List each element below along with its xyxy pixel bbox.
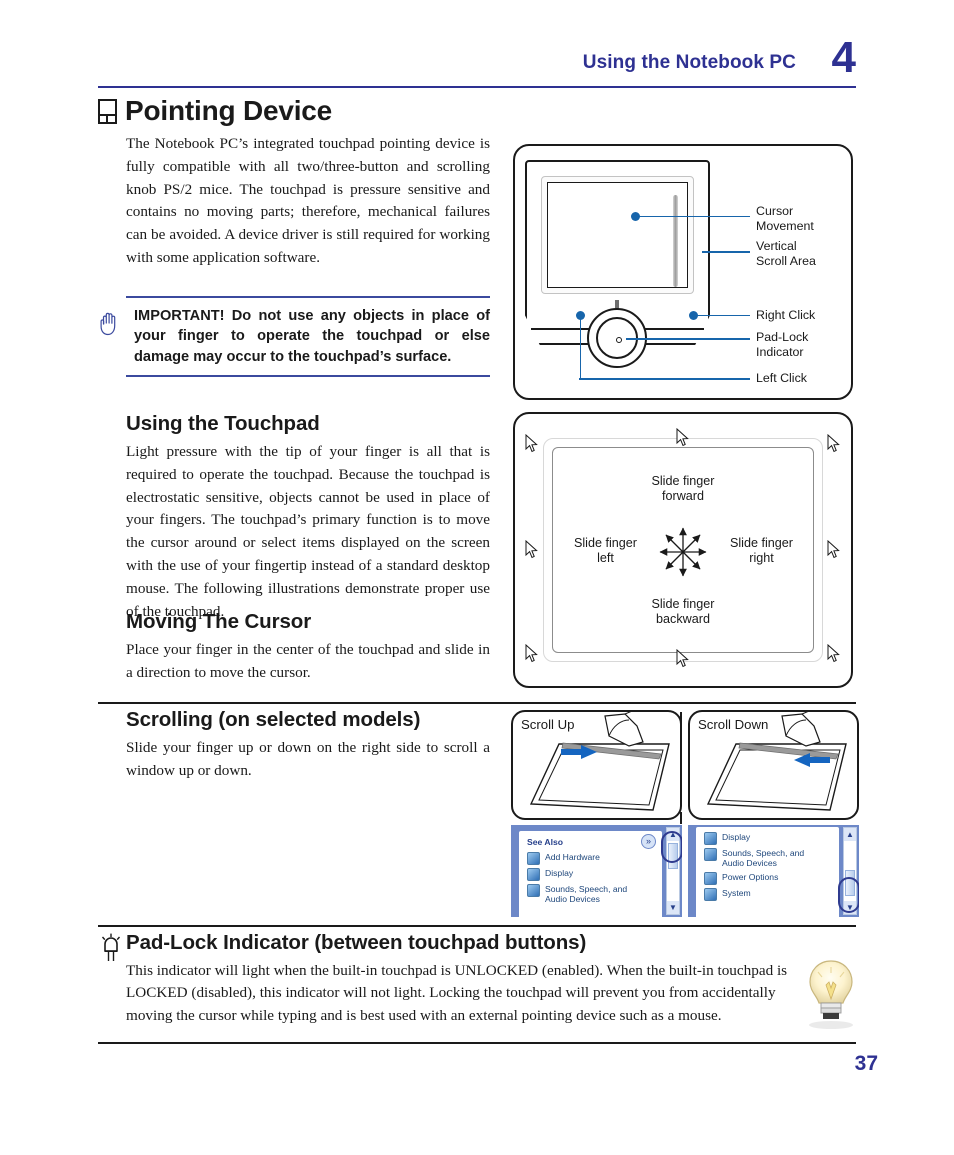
heading-pad-lock-indicator: Pad-Lock Indicator (between touchpad but…	[126, 931, 587, 954]
callout-vline-left-click	[579, 316, 582, 379]
collapse-chevron-icon[interactable]: »	[641, 834, 656, 849]
section-scrolling: Scrolling (on selected models) Slide you…	[126, 708, 490, 783]
label-slide-left: Slide finger left	[573, 536, 637, 565]
touchpad-illustration	[525, 160, 710, 368]
section-using-touchpad: Using the Touchpad Light pressure with t…	[126, 412, 490, 623]
list-item[interactable]: Add Hardware	[519, 850, 662, 866]
list-item[interactable]: System	[696, 886, 839, 902]
page-title: Pointing Device	[125, 95, 333, 126]
scrollbar-down-arrow-icon[interactable]: ▼	[667, 901, 679, 914]
divider-scrolling	[98, 702, 856, 704]
list-item-label: Power Options	[722, 871, 779, 882]
moving-cursor-body: Place your finger in the center of the t…	[126, 641, 490, 681]
important-text: IMPORTANT! Do not use any objects in pla…	[134, 307, 490, 365]
list-item-label: System	[722, 887, 751, 898]
divider-footer	[98, 1042, 856, 1044]
windows-panel-scroll-up: See Also Add Hardware Display Sounds, Sp…	[511, 825, 682, 917]
touchpad-icon	[98, 98, 117, 124]
list-item[interactable]: Sounds, Speech, and Audio Devices	[519, 882, 662, 906]
figure-scroll-up: Scroll Up	[511, 710, 682, 820]
hand-icon	[98, 310, 122, 336]
lightbulb-icon	[800, 955, 862, 1035]
using-touchpad-body: Light pressure with the tip of your fing…	[126, 443, 490, 620]
list-item[interactable]: Display	[519, 866, 662, 882]
highlight-ring-top	[661, 831, 682, 863]
pad-lock-led	[616, 337, 622, 343]
callout-line-right-click	[695, 314, 750, 317]
section-moving-cursor: Moving The Cursor Place your finger in t…	[126, 610, 490, 685]
page-title-row: Pointing Device	[98, 96, 332, 126]
cursor-arrow-icon	[676, 427, 690, 447]
callout-line-left-click	[579, 378, 750, 380]
figure-slide-directions: Slide finger forward Slide finger backwa…	[513, 412, 853, 688]
touchpad-surface-bezel	[541, 176, 694, 294]
important-callout: IMPORTANT! Do not use any objects in pla…	[100, 296, 490, 377]
callout-bottom-rule	[126, 375, 490, 377]
label-slide-right: Slide finger right	[729, 536, 793, 565]
cursor-arrow-icon	[827, 433, 841, 453]
figure-scroll-down: Scroll Down	[688, 710, 859, 820]
header-title: Using the Notebook PC	[582, 52, 796, 73]
list-item-label: Display	[722, 832, 751, 842]
cursor-arrow-icon	[525, 539, 539, 559]
callout-line-cursor-movement	[637, 215, 750, 218]
callout-line-pad-lock	[626, 338, 750, 340]
header-rule	[98, 86, 856, 88]
document-page: Using the Notebook PC 4 Pointing Device …	[0, 0, 954, 1155]
scroll-down-title: Scroll Down	[698, 717, 769, 732]
label-slide-forward: Slide finger forward	[651, 474, 715, 503]
eight-way-arrow-icon	[659, 527, 707, 577]
page-header: Using the Notebook PC 4	[98, 36, 856, 90]
sounds-speech-audio-icon	[704, 848, 717, 861]
windows-panel-scroll-down: Display Sounds, Speech, and Audio Device…	[688, 825, 859, 917]
label-slide-backward: Slide finger backward	[651, 597, 715, 626]
list-item-label: Sounds, Speech, and Audio Devices	[722, 848, 805, 869]
callout-label-vertical-scroll: Vertical Scroll Area	[756, 239, 816, 268]
list-item-label: Sounds, Speech, and Audio Devices	[545, 883, 628, 904]
divider-padlock	[98, 925, 856, 927]
scroll-up-title: Scroll Up	[521, 717, 575, 732]
cursor-arrow-icon	[827, 539, 841, 559]
intro-paragraph-block: The Notebook PC’s integrated touchpad po…	[126, 133, 490, 270]
heading-scrolling: Scrolling (on selected models)	[126, 708, 421, 731]
callout-line-vertical-scroll	[702, 251, 750, 253]
cursor-arrow-icon	[525, 643, 539, 663]
page-number: 37	[854, 1052, 878, 1075]
display-icon	[527, 867, 540, 881]
touchpad-surface	[547, 182, 688, 288]
list-item-label: Display	[545, 867, 574, 878]
callout-label-left-click: Left Click	[756, 371, 807, 385]
callout-label-right-click: Right Click	[756, 308, 816, 322]
led-indicator-icon	[98, 933, 124, 971]
cursor-arrow-icon	[525, 433, 539, 453]
pad-lock-body: This indicator will light when the built…	[126, 962, 788, 1024]
vertical-scroll-strip	[673, 195, 678, 287]
panel-content: Display Sounds, Speech, and Audio Device…	[696, 827, 839, 917]
list-item-label: Add Hardware	[545, 851, 600, 862]
cursor-arrow-icon	[676, 648, 690, 668]
cursor-arrow-icon	[827, 643, 841, 663]
scrollbar-up-arrow-icon[interactable]: ▲	[844, 828, 856, 841]
list-item[interactable]: Display	[696, 827, 839, 847]
sounds-speech-audio-icon	[527, 883, 540, 897]
highlight-ring-bottom	[838, 877, 859, 913]
heading-using-touchpad: Using the Touchpad	[126, 412, 320, 435]
chapter-number: 4	[831, 33, 856, 82]
scrolling-body: Slide your finger up or down on the righ…	[126, 739, 490, 779]
system-icon	[704, 887, 717, 901]
intro-paragraph: The Notebook PC’s integrated touchpad po…	[126, 135, 490, 266]
display-icon	[704, 832, 717, 845]
callout-label-cursor-movement: Cursor Movement	[756, 204, 814, 233]
heading-moving-cursor: Moving The Cursor	[126, 610, 312, 633]
power-options-icon	[704, 871, 717, 885]
list-item[interactable]: Power Options	[696, 870, 839, 886]
list-item[interactable]: Sounds, Speech, and Audio Devices	[696, 847, 839, 871]
figure-touchpad-parts: Cursor Movement Vertical Scroll Area Rig…	[513, 144, 853, 400]
add-hardware-icon	[527, 851, 540, 865]
callout-label-pad-lock: Pad-Lock Indicator	[756, 330, 809, 359]
